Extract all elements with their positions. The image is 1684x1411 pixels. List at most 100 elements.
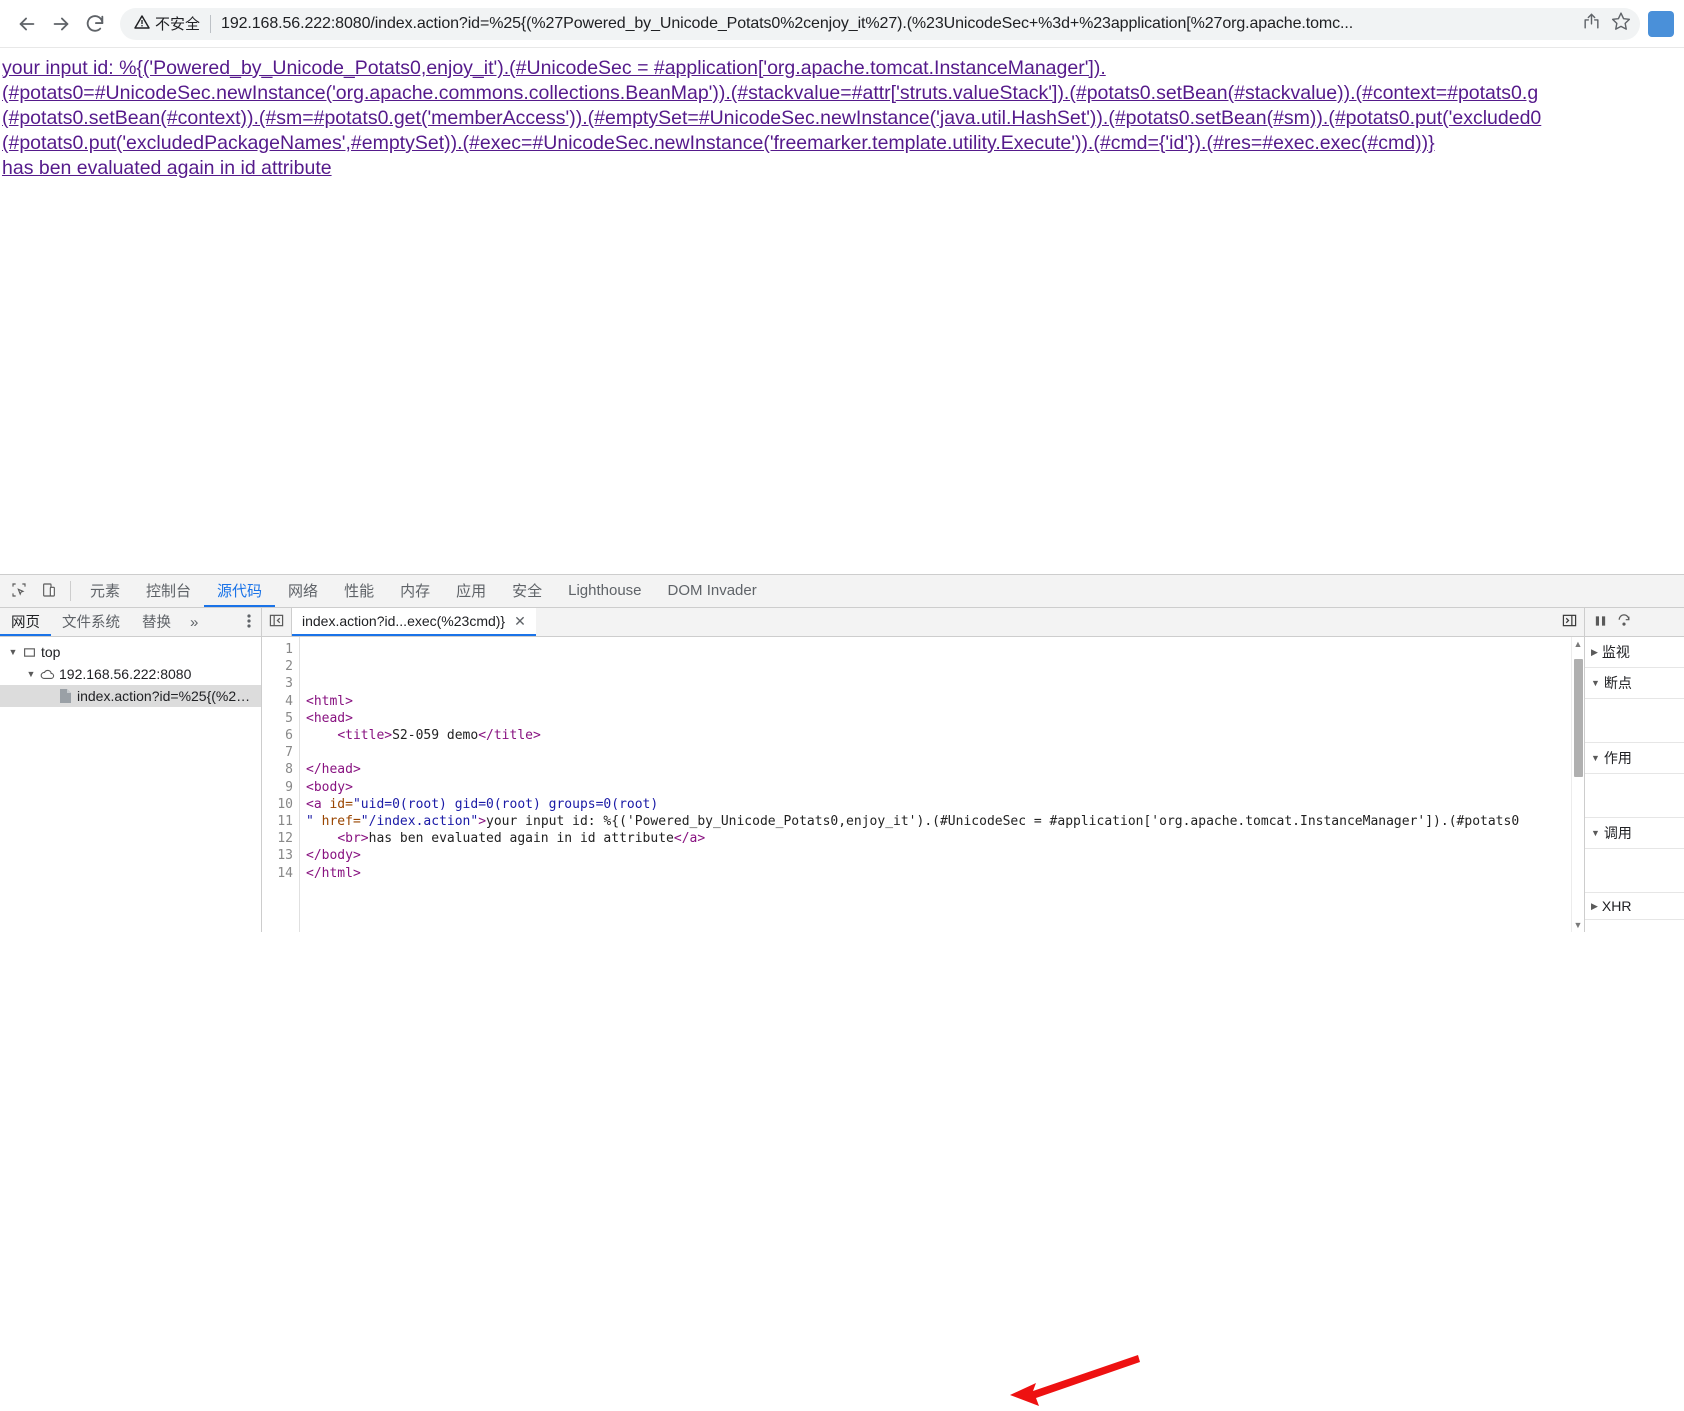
line-number: 8 xyxy=(285,762,293,778)
tree-row[interactable]: ▼ 192.168.56.222:8080 xyxy=(0,663,261,685)
reload-button[interactable] xyxy=(78,7,112,41)
omnibox-divider xyxy=(210,14,212,33)
navigator-subtabs: 网页 文件系统 替换 » xyxy=(0,608,261,637)
device-toolbar-button[interactable] xyxy=(34,575,64,607)
code-text[interactable]: <html> <head> <title>S2-059 demo</title> … xyxy=(300,637,1584,932)
editor-tabbar-spacer xyxy=(536,608,1554,636)
pause-script-button[interactable] xyxy=(1594,614,1607,631)
profile-avatar[interactable] xyxy=(1648,10,1674,37)
navigator-options-button[interactable] xyxy=(237,608,261,636)
code-line: " href="/index.action">your input id: %{… xyxy=(306,813,1584,830)
devtools-tab-9[interactable]: DOM Invader xyxy=(655,575,770,607)
debugger-sidebar: ▶ 监视 ▼ 断点 ▼ 作用 ▼ 调用 ▶ XHR xyxy=(1584,608,1684,932)
line-number: 13 xyxy=(277,848,293,864)
share-button[interactable] xyxy=(1576,9,1606,39)
line-number: 6 xyxy=(285,728,293,744)
code-token: id= xyxy=(329,796,353,812)
debugger-section-3[interactable]: ▼ 调用 xyxy=(1585,818,1684,849)
tree-row[interactable]: ▼ top xyxy=(0,641,261,663)
more-options-icon xyxy=(247,613,251,632)
navigator-subtab-label: 替换 xyxy=(142,614,171,631)
step-over-icon xyxy=(1617,613,1631,631)
show-navigator-button[interactable] xyxy=(262,608,292,636)
code-line: <head> xyxy=(306,710,1584,727)
step-over-button[interactable] xyxy=(1617,613,1631,631)
back-arrow-icon xyxy=(16,13,38,35)
debugger-sections: ▶ 监视 ▼ 断点 ▼ 作用 ▼ 调用 ▶ XHR xyxy=(1585,637,1684,920)
debugger-section-4[interactable]: ▶ XHR xyxy=(1585,893,1684,920)
code-line: <body> xyxy=(306,779,1584,796)
code-token: has ben evaluated again in id attribute xyxy=(368,831,674,847)
debugger-section-content xyxy=(1585,774,1684,818)
navigator-subtab-0[interactable]: 网页 xyxy=(0,608,51,636)
chevron-down-icon[interactable]: ▼ xyxy=(24,669,38,679)
close-icon[interactable]: ✕ xyxy=(514,613,526,630)
payload-output-link[interactable]: your input id: %{('Powered_by_Unicode_Po… xyxy=(2,56,1684,156)
devtools-tab-label: 源代码 xyxy=(217,582,263,600)
code-scrollbar[interactable]: ▲ ▼ xyxy=(1571,637,1584,932)
navigator-subtab-2[interactable]: 替换 xyxy=(131,608,182,636)
scrollbar-thumb[interactable] xyxy=(1573,659,1583,777)
toolbar-divider xyxy=(70,581,71,601)
security-label: 不安全 xyxy=(155,16,201,33)
code-line: <br>has ben evaluated again in id attrib… xyxy=(306,830,1584,847)
back-button[interactable] xyxy=(10,7,44,41)
debugger-section-0[interactable]: ▶ 监视 xyxy=(1585,637,1684,668)
editor-tab-index-action[interactable]: index.action?id...exec(%23cmd)} ✕ xyxy=(292,608,536,636)
navigator-subtab-strip: 网页 文件系统 替换 xyxy=(0,608,182,636)
document-icon xyxy=(56,689,74,703)
scroll-up-icon[interactable]: ▲ xyxy=(1574,637,1583,651)
share-icon xyxy=(1582,12,1601,36)
debugger-section-label: 调用 xyxy=(1603,825,1632,841)
site-security-chip[interactable]: 不安全 xyxy=(134,13,210,34)
address-bar[interactable]: 不安全 192.168.56.222:8080/index.action?id=… xyxy=(120,7,1640,40)
payload-output-tail[interactable]: has ben evaluated again in id attribute xyxy=(2,156,1684,181)
code-token: <head> xyxy=(306,710,353,726)
devtools-tab-6[interactable]: 应用 xyxy=(443,575,499,607)
code-token: href= xyxy=(321,814,361,830)
devtools-tab-3[interactable]: 网络 xyxy=(275,575,331,607)
devtools-tab-2[interactable]: 源代码 xyxy=(204,575,276,607)
devtools-tab-0[interactable]: 元素 xyxy=(77,575,133,607)
devtools-tab-7[interactable]: 安全 xyxy=(499,575,555,607)
scroll-down-icon[interactable]: ▼ xyxy=(1574,918,1583,932)
navigator-subtab-1[interactable]: 文件系统 xyxy=(51,608,131,636)
code-line: <title>S2-059 demo</title> xyxy=(306,727,1584,744)
chevron-down-icon[interactable]: ▼ xyxy=(6,647,20,657)
inspect-element-button[interactable] xyxy=(4,575,34,607)
forward-button[interactable] xyxy=(44,7,78,41)
forward-arrow-icon xyxy=(50,13,72,35)
navigator-more-tabs-button[interactable]: » xyxy=(182,608,206,636)
code-token: <br> xyxy=(337,831,369,847)
debugger-section-2[interactable]: ▼ 作用 xyxy=(1585,743,1684,774)
devtools-tab-label: 性能 xyxy=(344,582,375,600)
tree-row[interactable]: index.action?id=%25{(%27Pow xyxy=(0,685,261,707)
debugger-section-label: 作用 xyxy=(1603,750,1632,766)
show-debugger-button[interactable] xyxy=(1554,608,1584,636)
devtools-tab-label: 控制台 xyxy=(146,582,192,600)
tree-item-label: top xyxy=(41,644,61,660)
cloud-icon xyxy=(38,668,56,681)
devtools-tab-8[interactable]: Lighthouse xyxy=(555,575,654,607)
line-number: 14 xyxy=(277,865,293,881)
debugger-section-content xyxy=(1585,849,1684,893)
devtools-tab-1[interactable]: 控制台 xyxy=(133,575,204,607)
line-number: 10 xyxy=(277,796,293,812)
device-toolbar-icon xyxy=(41,582,57,601)
line-number: 11 xyxy=(277,814,293,830)
bookmark-button[interactable] xyxy=(1606,9,1636,39)
code-line: <html> xyxy=(306,693,1584,710)
devtools-tab-5[interactable]: 内存 xyxy=(387,575,443,607)
browser-toolbar: 不安全 192.168.56.222:8080/index.action?id=… xyxy=(0,0,1684,48)
code-viewer[interactable]: 1 2 3 4 5 6 7 8 9 10 11 12 13 14 <html> <head> <title>… xyxy=(262,637,1584,932)
devtools-tab-label: 应用 xyxy=(456,582,487,600)
debugger-section-content xyxy=(1585,699,1684,743)
line-number: 3 xyxy=(285,676,293,692)
devtools-tab-4[interactable]: 性能 xyxy=(331,575,387,607)
url-input[interactable]: 192.168.56.222:8080/index.action?id=%25{… xyxy=(221,15,1576,33)
debugger-section-1[interactable]: ▼ 断点 xyxy=(1585,668,1684,699)
